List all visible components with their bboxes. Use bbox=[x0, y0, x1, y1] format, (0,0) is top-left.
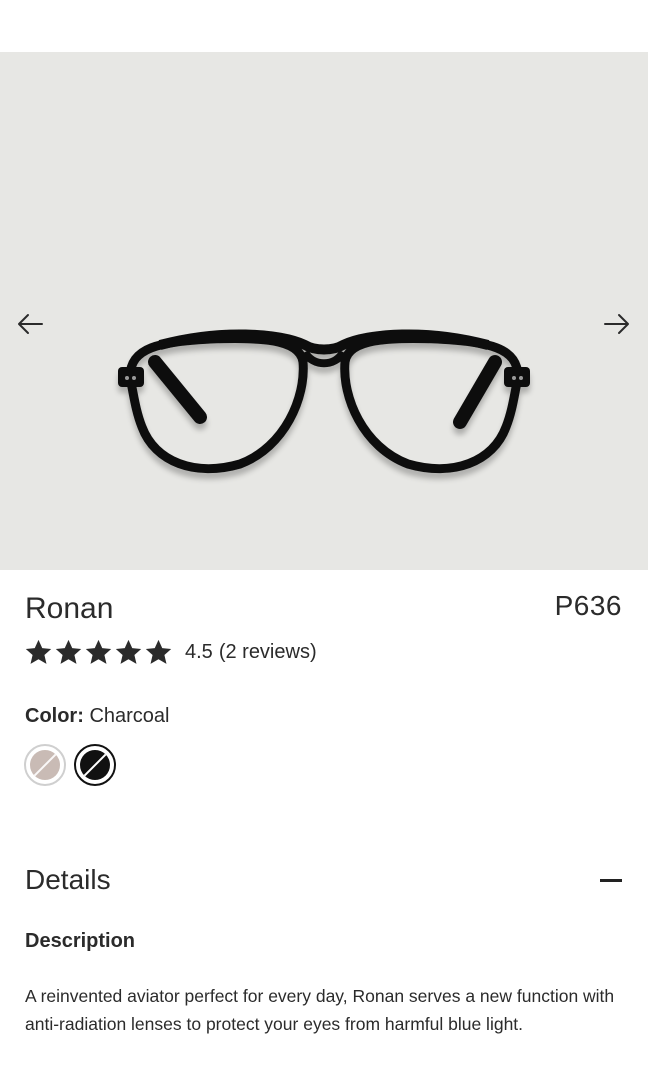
description-heading: Description bbox=[25, 930, 136, 952]
rating-summary: 4.5 (2 reviews) bbox=[185, 641, 317, 664]
color-swatches bbox=[24, 744, 116, 786]
selected-color-name: Charcoal bbox=[89, 705, 170, 727]
star-icon bbox=[55, 639, 82, 664]
minus-icon[interactable] bbox=[600, 878, 622, 882]
star-icon bbox=[115, 639, 142, 664]
rating-value: 4.5 bbox=[185, 641, 213, 663]
glasses-product-image bbox=[118, 329, 530, 474]
star-icon bbox=[85, 639, 112, 664]
color-label: Color: bbox=[25, 705, 84, 727]
details-title: Details bbox=[25, 864, 111, 895]
product-image-gallery bbox=[0, 52, 648, 570]
description-text: A reinvented aviator perfect for every d… bbox=[25, 986, 615, 1034]
color-swatch-tan[interactable] bbox=[24, 744, 66, 786]
arrow-left-icon bbox=[18, 314, 43, 334]
reviews-count-link[interactable]: (2 reviews) bbox=[219, 641, 317, 664]
color-selection-label: Color: Charcoal bbox=[25, 705, 170, 728]
next-image-button[interactable] bbox=[597, 304, 637, 344]
rating-row[interactable]: 4.5 (2 reviews) bbox=[24, 638, 317, 667]
star-icon bbox=[25, 639, 52, 664]
arrow-right-icon bbox=[604, 314, 629, 334]
star-rating bbox=[24, 638, 173, 667]
details-accordion-header[interactable]: Details bbox=[25, 862, 623, 898]
star-icon bbox=[145, 639, 172, 664]
product-name: Ronan bbox=[25, 592, 114, 625]
previous-image-button[interactable] bbox=[10, 304, 50, 344]
color-swatch-charcoal[interactable] bbox=[74, 744, 116, 786]
product-sku: P636 bbox=[554, 590, 622, 621]
